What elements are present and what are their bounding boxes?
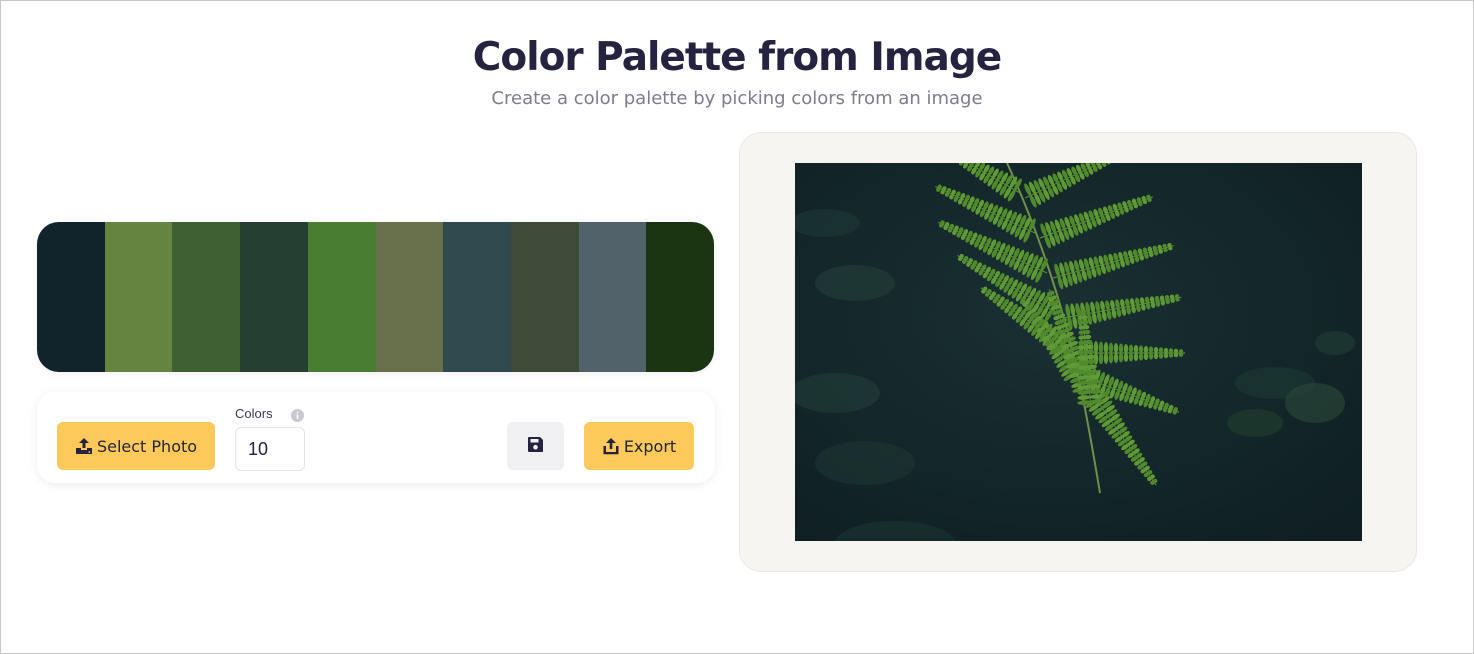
- palette-swatch[interactable]: [510, 222, 579, 372]
- fern-photo[interactable]: [795, 163, 1362, 541]
- palette-swatch[interactable]: [375, 222, 444, 372]
- palette-swatch[interactable]: [172, 222, 241, 372]
- image-preview-panel: [739, 132, 1417, 572]
- colors-label: Colors: [235, 406, 273, 421]
- save-button[interactable]: [507, 422, 564, 470]
- app-frame: Color Palette from Image Create a color …: [0, 0, 1474, 654]
- palette-swatch[interactable]: [646, 222, 714, 372]
- colors-count-input[interactable]: [235, 427, 305, 471]
- export-label: Export: [623, 436, 677, 456]
- controls-panel: Select Photo Colors 10 Export: [37, 392, 715, 483]
- palette-swatch[interactable]: [37, 222, 105, 372]
- palette-swatch[interactable]: [307, 222, 376, 372]
- select-photo-label: Select Photo: [96, 436, 198, 456]
- floppy-disk-icon: [527, 436, 544, 457]
- page-title: Color Palette from Image: [472, 35, 1002, 80]
- upload-tray-icon: [75, 437, 93, 455]
- share-upload-icon: [602, 437, 620, 455]
- palette-swatch[interactable]: [443, 222, 511, 372]
- select-photo-button[interactable]: Select Photo: [57, 422, 215, 470]
- palette-swatch[interactable]: [104, 222, 173, 372]
- color-palette: [37, 222, 714, 372]
- palette-swatch[interactable]: [240, 222, 308, 372]
- palette-swatch[interactable]: [578, 222, 647, 372]
- page-subtitle: Create a color palette by picking colors…: [491, 88, 983, 109]
- info-icon[interactable]: [291, 407, 304, 422]
- export-button[interactable]: Export: [584, 422, 694, 470]
